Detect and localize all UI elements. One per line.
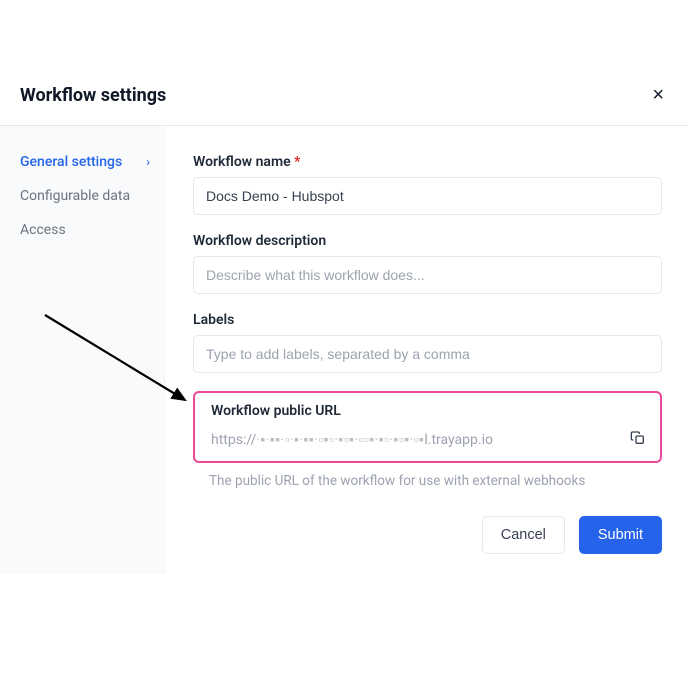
workflow-name-label: Workflow name * xyxy=(193,154,662,170)
submit-button[interactable]: Submit xyxy=(579,516,662,554)
sidebar-item-label: Configurable data xyxy=(20,188,130,204)
required-marker: * xyxy=(294,154,300,170)
workflow-public-url-label: Workflow public URL xyxy=(211,403,648,419)
workflow-public-url-value: https://·▪·▪▪·▫·▪·▪▪·▫▪▫·▪▫▪·▫▫▪·▪▫·▪▫▪·… xyxy=(211,431,493,448)
workflow-name-input[interactable] xyxy=(193,177,662,215)
workflow-public-url-helper: The public URL of the workflow for use w… xyxy=(193,473,662,489)
copy-icon xyxy=(630,430,646,446)
settings-sidebar: General settings › Configurable data Acc… xyxy=(0,126,165,574)
main-content: Workflow name * Workflow description Lab… xyxy=(165,126,688,574)
close-button[interactable]: × xyxy=(648,80,668,111)
workflow-description-input[interactable] xyxy=(193,256,662,294)
sidebar-item-label: General settings xyxy=(20,154,122,170)
sidebar-item-access[interactable]: Access xyxy=(20,222,164,238)
cancel-button[interactable]: Cancel xyxy=(482,516,565,554)
page-title: Workflow settings xyxy=(20,85,166,106)
workflow-public-url-box: Workflow public URL https://·▪·▪▪·▫·▪·▪▪… xyxy=(193,391,662,463)
copy-url-button[interactable] xyxy=(628,428,648,451)
chevron-right-icon: › xyxy=(146,155,150,169)
sidebar-item-label: Access xyxy=(20,222,66,238)
labels-label: Labels xyxy=(193,312,662,328)
sidebar-item-configurable-data[interactable]: Configurable data xyxy=(20,188,164,204)
workflow-description-label: Workflow description xyxy=(193,233,662,249)
sidebar-item-general-settings[interactable]: General settings › xyxy=(20,154,164,170)
labels-input[interactable] xyxy=(193,335,662,373)
footer-actions: Cancel Submit xyxy=(482,516,662,554)
